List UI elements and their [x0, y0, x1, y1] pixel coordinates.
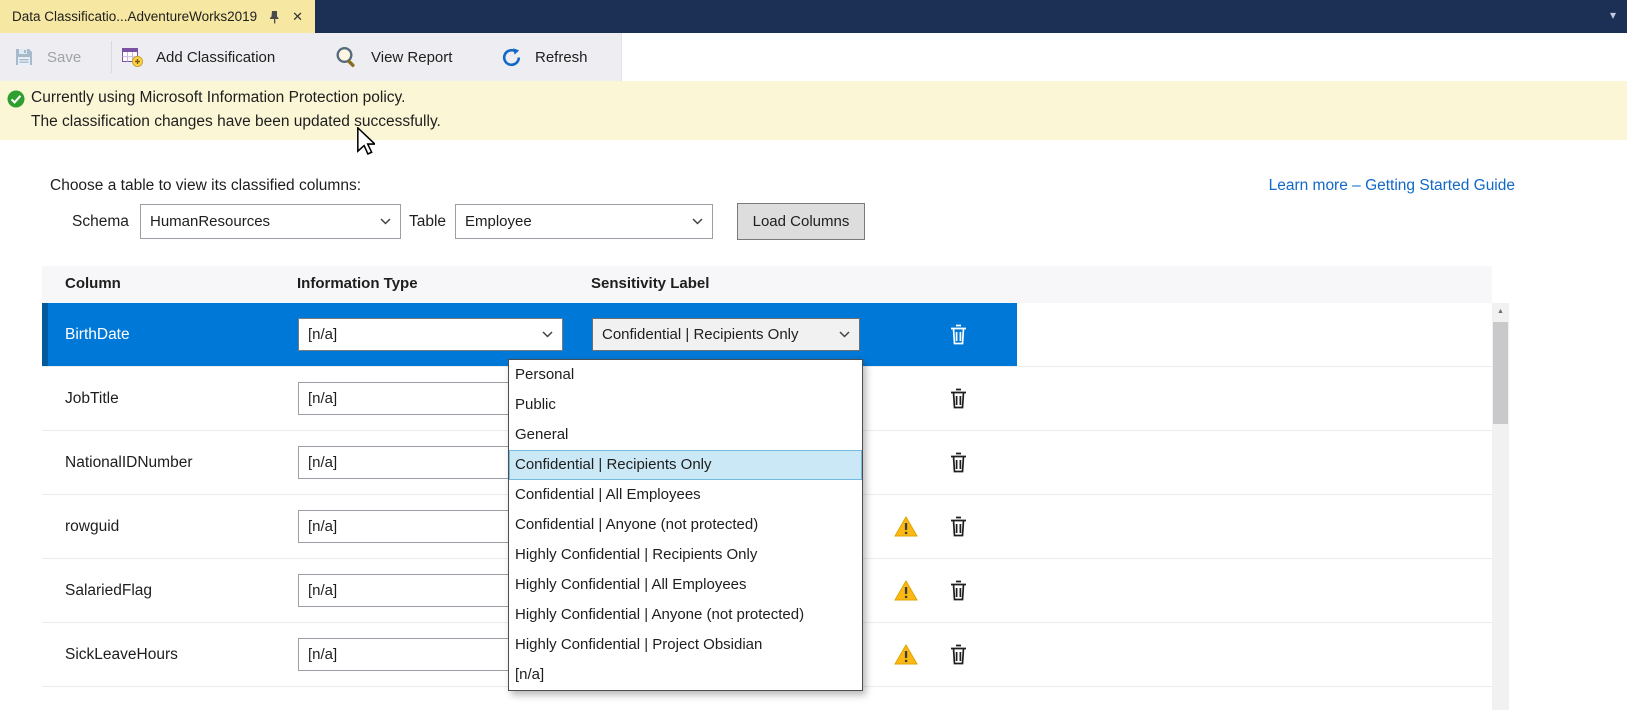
- header-sensitivity-label: Sensitivity Label: [591, 275, 709, 292]
- warning-icon: [894, 644, 918, 665]
- header-column: Column: [65, 275, 121, 292]
- schema-dropdown[interactable]: HumanResources: [140, 204, 401, 239]
- dropdown-option[interactable]: Highly Confidential | Anyone (not protec…: [509, 600, 862, 630]
- sensitivity-label-dropdown[interactable]: Confidential | Recipients Only: [592, 318, 860, 351]
- close-icon[interactable]: ✕: [292, 10, 303, 23]
- information-type-value: [n/a]: [308, 582, 337, 599]
- vertical-scrollbar[interactable]: ▲: [1492, 303, 1509, 710]
- table-label: Table: [409, 213, 446, 231]
- information-type-value: [n/a]: [308, 326, 337, 343]
- toolbar-separator: [111, 41, 112, 73]
- dropdown-option[interactable]: Highly Confidential | All Employees: [509, 570, 862, 600]
- dropdown-option[interactable]: General: [509, 420, 862, 450]
- add-classification-label: Add Classification: [156, 49, 275, 66]
- policy-info-bar: Currently using Microsoft Information Pr…: [0, 81, 1627, 140]
- pin-icon[interactable]: [269, 10, 280, 24]
- delete-classification-icon[interactable]: [950, 644, 967, 665]
- header-information-type: Information Type: [297, 275, 418, 292]
- add-classification-button[interactable]: Add Classification: [122, 33, 275, 81]
- dropdown-option[interactable]: Confidential | All Employees: [509, 480, 862, 510]
- save-icon: [14, 47, 34, 67]
- table-value: Employee: [465, 213, 532, 230]
- tab-bar: Data Classificatio...AdventureWorks2019 …: [0, 0, 1627, 33]
- dropdown-option[interactable]: [n/a]: [509, 660, 862, 690]
- dropdown-option[interactable]: Highly Confidential | Project Obsidian: [509, 630, 862, 660]
- column-name-label: BirthDate: [65, 326, 130, 344]
- information-type-dropdown[interactable]: [n/a]: [298, 318, 563, 351]
- refresh-button[interactable]: Refresh: [501, 33, 588, 81]
- sensitivity-label-value: Confidential | Recipients Only: [602, 326, 799, 343]
- success-check-icon: [7, 90, 25, 108]
- information-type-value: [n/a]: [308, 518, 337, 535]
- table-dropdown[interactable]: Employee: [455, 204, 713, 239]
- save-label: Save: [47, 49, 81, 66]
- document-tab[interactable]: Data Classificatio...AdventureWorks2019 …: [0, 0, 315, 33]
- schema-label: Schema: [72, 213, 129, 231]
- save-button[interactable]: Save: [14, 33, 81, 81]
- chevron-down-icon: [542, 331, 553, 338]
- delete-classification-icon[interactable]: [950, 388, 967, 409]
- toolbar: Save Add Classification View Report Refr…: [0, 33, 1627, 81]
- delete-classification-icon[interactable]: [950, 452, 967, 473]
- info-bar-line2: The classification changes have been upd…: [31, 113, 441, 131]
- view-report-button[interactable]: View Report: [335, 33, 452, 81]
- table-row[interactable]: BirthDate [n/a] Confidential | Recipient…: [42, 303, 1492, 367]
- document-tab-title: Data Classificatio...AdventureWorks2019: [12, 9, 257, 24]
- info-bar-line1: Currently using Microsoft Information Pr…: [31, 89, 405, 107]
- column-name-label: SickLeaveHours: [65, 646, 178, 664]
- refresh-icon: [501, 47, 522, 68]
- chevron-down-icon: [380, 218, 391, 225]
- delete-classification-icon[interactable]: [950, 516, 967, 537]
- chevron-down-icon: [839, 331, 850, 338]
- delete-classification-icon[interactable]: [950, 324, 967, 345]
- tab-list-chevron-icon[interactable]: ▾: [1610, 8, 1616, 22]
- dropdown-option[interactable]: Personal: [509, 360, 862, 390]
- warning-icon: [894, 516, 918, 537]
- grid-header: Column Information Type Sensitivity Labe…: [42, 266, 1492, 304]
- scroll-up-icon[interactable]: ▲: [1492, 303, 1509, 320]
- schema-value: HumanResources: [150, 213, 270, 230]
- load-columns-button[interactable]: Load Columns: [737, 203, 865, 240]
- scrollbar-thumb[interactable]: [1493, 322, 1508, 424]
- delete-classification-icon[interactable]: [950, 580, 967, 601]
- chevron-down-icon: [692, 218, 703, 225]
- learn-more-link[interactable]: Learn more – Getting Started Guide: [1269, 177, 1515, 195]
- view-report-label: View Report: [371, 49, 452, 66]
- dropdown-option-selected[interactable]: Confidential | Recipients Only: [509, 450, 862, 480]
- load-columns-label: Load Columns: [753, 213, 850, 230]
- magnifier-icon: [335, 46, 358, 68]
- warning-icon: [894, 580, 918, 601]
- information-type-value: [n/a]: [308, 390, 337, 407]
- dropdown-option[interactable]: Confidential | Anyone (not protected): [509, 510, 862, 540]
- column-name-label: SalariedFlag: [65, 582, 152, 600]
- information-type-value: [n/a]: [308, 454, 337, 471]
- dropdown-option[interactable]: Public: [509, 390, 862, 420]
- column-name-label: rowguid: [65, 518, 119, 536]
- sensitivity-options-list: Personal Public General Confidential | R…: [508, 359, 863, 691]
- add-classification-icon: [122, 48, 143, 67]
- information-type-value: [n/a]: [308, 646, 337, 663]
- column-name-label: JobTitle: [65, 390, 119, 408]
- column-name-label: NationalIDNumber: [65, 454, 193, 472]
- instruction-label: Choose a table to view its classified co…: [50, 177, 361, 195]
- refresh-label: Refresh: [535, 49, 588, 66]
- dropdown-option[interactable]: Highly Confidential | Recipients Only: [509, 540, 862, 570]
